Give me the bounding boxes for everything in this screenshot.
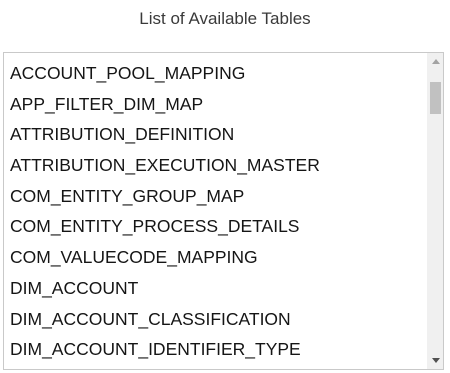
- list-item[interactable]: COM_VALUECODE_MAPPING: [4, 242, 426, 273]
- panel-title: List of Available Tables: [139, 9, 311, 28]
- list-item[interactable]: DIM_ACCOUNT_IDENTIFIER_TYPE: [4, 334, 426, 365]
- scrollbar-thumb[interactable]: [430, 82, 441, 114]
- list-item[interactable]: COM_ENTITY_PROCESS_DETAILS: [4, 211, 426, 242]
- list-item[interactable]: ACCOUNT_POOL_MAPPING: [4, 58, 426, 89]
- list-item[interactable]: ATTRIBUTION_DEFINITION: [4, 119, 426, 150]
- list-item[interactable]: COM_ENTITY_GROUP_MAP: [4, 181, 426, 212]
- available-tables-listbox[interactable]: ACCOUNT_POOL_MAPPING APP_FILTER_DIM_MAP …: [3, 52, 444, 370]
- scroll-down-arrow-icon[interactable]: [428, 352, 443, 369]
- list-item[interactable]: DIM_ACCOUNT_CLASSIFICATION: [4, 304, 426, 335]
- vertical-scrollbar[interactable]: [427, 53, 443, 369]
- scroll-up-arrow-icon[interactable]: [428, 53, 443, 70]
- table-list: ACCOUNT_POOL_MAPPING APP_FILTER_DIM_MAP …: [4, 58, 426, 365]
- list-item[interactable]: APP_FILTER_DIM_MAP: [4, 89, 426, 120]
- list-item[interactable]: DIM_ACCOUNT: [4, 273, 426, 304]
- list-item[interactable]: ATTRIBUTION_EXECUTION_MASTER: [4, 150, 426, 181]
